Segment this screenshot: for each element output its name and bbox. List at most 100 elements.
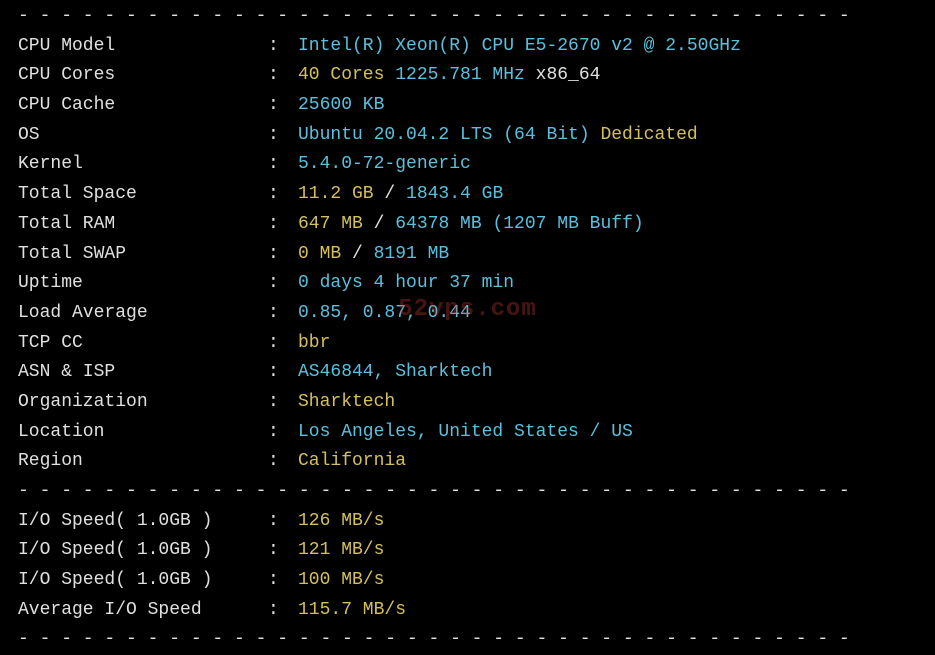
info-value: 11.2 GB / 1843.4 GB (298, 180, 935, 210)
info-label: TCP CC (18, 329, 268, 359)
info-value: 25600 KB (298, 91, 935, 121)
io-row: I/O Speed( 1.0GB ): 100 MB/s (0, 566, 935, 596)
info-row: Kernel: 5.4.0-72-generic (0, 150, 935, 180)
colon: : (268, 507, 298, 537)
value-segment: / (384, 184, 406, 204)
io-value: 121 MB/s (298, 536, 384, 566)
value-segment: 647 MB (298, 214, 374, 234)
colon: : (268, 32, 298, 62)
value-segment: x86_64 (536, 65, 601, 85)
value-segment: Dedicated (600, 125, 697, 145)
info-row: Organization: Sharktech (0, 388, 935, 418)
colon: : (268, 536, 298, 566)
info-value: 5.4.0-72-generic (298, 150, 935, 180)
info-row: Location: Los Angeles, United States / U… (0, 418, 935, 448)
info-value: 0 days 4 hour 37 min (298, 269, 935, 299)
value-segment: 0 days 4 hour 37 min (298, 273, 514, 293)
info-row: OS: Ubuntu 20.04.2 LTS (64 Bit) Dedicate… (0, 121, 935, 151)
colon: : (268, 269, 298, 299)
colon: : (268, 61, 298, 91)
info-row: CPU Cores: 40 Cores 1225.781 MHz x86_64 (0, 61, 935, 91)
info-label: Uptime (18, 269, 268, 299)
info-row: ASN & ISP: AS46844, Sharktech (0, 358, 935, 388)
info-row: CPU Model: Intel(R) Xeon(R) CPU E5-2670 … (0, 32, 935, 62)
io-row: I/O Speed( 1.0GB ): 121 MB/s (0, 536, 935, 566)
info-label: Total RAM (18, 210, 268, 240)
info-label: CPU Cores (18, 61, 268, 91)
value-segment: Intel(R) Xeon(R) CPU E5-2670 v2 @ 2.50GH… (298, 36, 741, 56)
info-value: AS46844, Sharktech (298, 358, 935, 388)
colon: : (268, 91, 298, 121)
info-row: Load Average: 0.85, 0.87, 0.44 (0, 299, 935, 329)
value-segment: Ubuntu 20.04.2 LTS (64 Bit) (298, 125, 600, 145)
divider-bottom: - - - - - - - - - - - - - - - - - - - - … (0, 625, 935, 655)
info-label: OS (18, 121, 268, 151)
info-row: Region: California (0, 447, 935, 477)
info-label: Region (18, 447, 268, 477)
info-label: CPU Cache (18, 91, 268, 121)
value-segment: Los Angeles, United States / US (298, 422, 633, 442)
info-value: 647 MB / 64378 MB (1207 MB Buff) (298, 210, 935, 240)
info-row: Total Space: 11.2 GB / 1843.4 GB (0, 180, 935, 210)
colon: : (268, 418, 298, 448)
info-value: Intel(R) Xeon(R) CPU E5-2670 v2 @ 2.50GH… (298, 32, 935, 62)
colon: : (268, 447, 298, 477)
io-label: I/O Speed( 1.0GB ) (18, 536, 268, 566)
io-label: Average I/O Speed (18, 596, 268, 626)
info-row: CPU Cache: 25600 KB (0, 91, 935, 121)
info-value: Sharktech (298, 388, 935, 418)
value-segment: Sharktech (298, 392, 395, 412)
value-segment: 64378 MB (395, 214, 492, 234)
value-segment: 1843.4 GB (406, 184, 503, 204)
value-segment: 1225.781 MHz (395, 65, 535, 85)
io-value: 115.7 MB/s (298, 596, 406, 626)
value-segment: 40 Cores (298, 65, 395, 85)
colon: : (268, 566, 298, 596)
value-segment: 25600 KB (298, 95, 384, 115)
value-segment: California (298, 451, 406, 471)
colon: : (268, 596, 298, 626)
colon: : (268, 210, 298, 240)
info-label: Total SWAP (18, 240, 268, 270)
colon: : (268, 121, 298, 151)
colon: : (268, 358, 298, 388)
io-value: 126 MB/s (298, 507, 384, 537)
value-segment: bbr (298, 333, 330, 353)
colon: : (268, 180, 298, 210)
info-label: Kernel (18, 150, 268, 180)
colon: : (268, 329, 298, 359)
colon: : (268, 388, 298, 418)
value-segment: AS46844, Sharktech (298, 362, 492, 382)
value-segment: / (374, 214, 396, 234)
io-label: I/O Speed( 1.0GB ) (18, 566, 268, 596)
value-segment: 0.85, 0.87, 0.44 (298, 303, 471, 323)
io-label: I/O Speed( 1.0GB ) (18, 507, 268, 537)
value-segment: (1207 MB Buff) (492, 214, 643, 234)
info-row: Uptime: 0 days 4 hour 37 min (0, 269, 935, 299)
io-row: I/O Speed( 1.0GB ): 126 MB/s (0, 507, 935, 537)
io-value: 100 MB/s (298, 566, 384, 596)
info-value: California (298, 447, 935, 477)
info-value: 0.85, 0.87, 0.44 (298, 299, 935, 329)
info-row: TCP CC: bbr (0, 329, 935, 359)
info-label: Organization (18, 388, 268, 418)
value-segment: 8191 MB (374, 244, 450, 264)
colon: : (268, 240, 298, 270)
info-value: 0 MB / 8191 MB (298, 240, 935, 270)
info-value: Los Angeles, United States / US (298, 418, 935, 448)
colon: : (268, 299, 298, 329)
value-segment: / (352, 244, 374, 264)
info-value: 40 Cores 1225.781 MHz x86_64 (298, 61, 935, 91)
divider-mid: - - - - - - - - - - - - - - - - - - - - … (0, 477, 935, 507)
info-label: CPU Model (18, 32, 268, 62)
info-row: Total SWAP: 0 MB / 8191 MB (0, 240, 935, 270)
value-segment: 0 MB (298, 244, 352, 264)
info-row: Total RAM: 647 MB / 64378 MB (1207 MB Bu… (0, 210, 935, 240)
info-label: Load Average (18, 299, 268, 329)
info-label: ASN & ISP (18, 358, 268, 388)
info-label: Total Space (18, 180, 268, 210)
io-row: Average I/O Speed: 115.7 MB/s (0, 596, 935, 626)
info-value: bbr (298, 329, 935, 359)
divider-top: - - - - - - - - - - - - - - - - - - - - … (0, 2, 935, 32)
info-value: Ubuntu 20.04.2 LTS (64 Bit) Dedicated (298, 121, 935, 151)
